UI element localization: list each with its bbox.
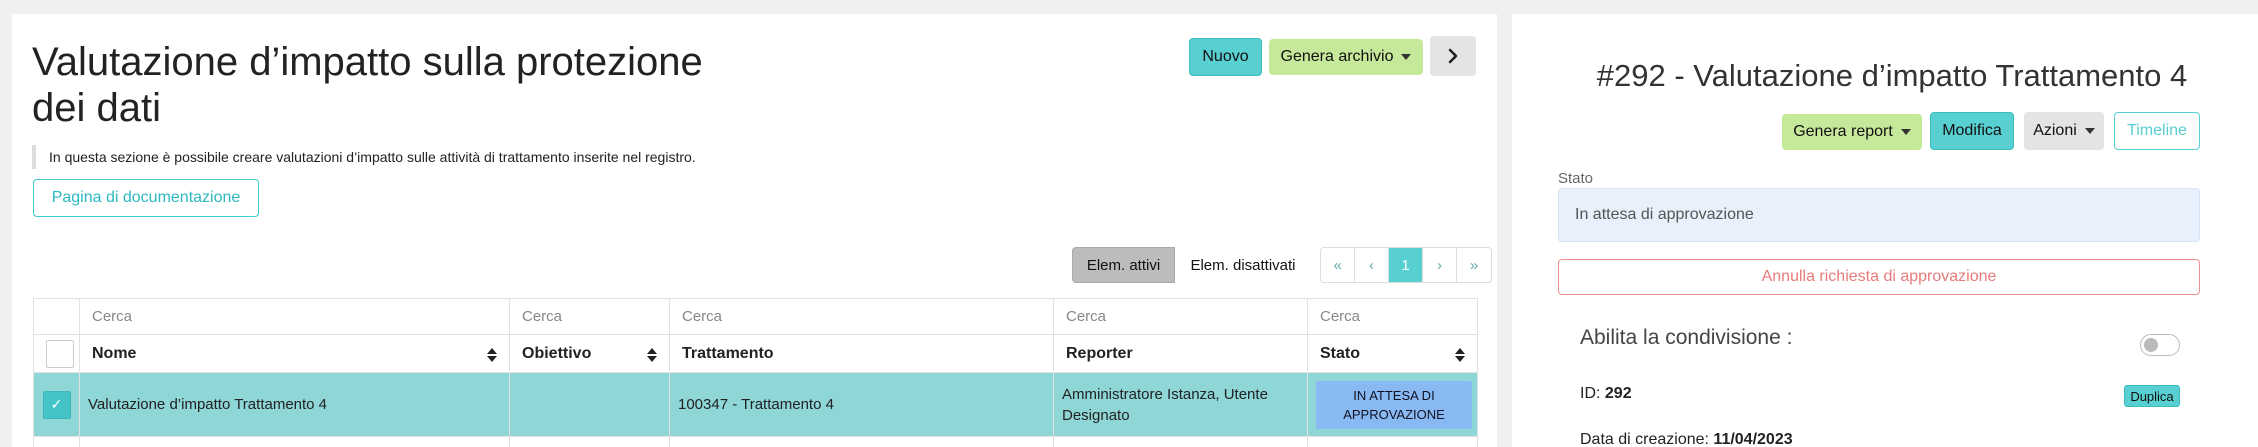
left-panel: Valutazione d’impatto sulla protezione d…	[12, 14, 1497, 447]
table-row[interactable]: ✓ Valutazione d’impatto Trattamento 4 10…	[33, 372, 1478, 437]
created-line: Data di creazione: 11/04/2023	[1580, 431, 1793, 447]
caret-down-icon	[1401, 54, 1412, 60]
pager-last[interactable]: »	[1457, 248, 1491, 282]
search-stato[interactable]: Cerca	[1307, 298, 1478, 335]
sort-icon	[487, 348, 497, 362]
status-badge: IN ATTESA DI APPROVAZIONE	[1316, 380, 1472, 429]
created-value: 11/04/2023	[1713, 431, 1793, 447]
filter-inactive-button[interactable]: Elem. disattivati	[1175, 247, 1311, 283]
row-select-cell: ✓	[33, 372, 80, 437]
cell-stato: IN ATTESA DI APPROVAZIONE	[1307, 372, 1478, 437]
column-trattamento: Trattamento	[669, 334, 1054, 373]
sort-icon	[647, 348, 657, 362]
timeline-button[interactable]: Timeline	[2114, 112, 2200, 150]
column-nome[interactable]: Nome	[79, 334, 510, 373]
search-cell-empty	[33, 298, 80, 335]
detail-title: #292 - Valutazione d’impatto Trattamento…	[1596, 58, 2188, 93]
select-all-cell	[33, 334, 80, 373]
stato-label: Stato	[1558, 170, 1594, 187]
expand-button[interactable]	[1430, 36, 1476, 76]
id-value: 292	[1604, 385, 1632, 402]
detail-panel: #292 - Valutazione d’impatto Trattamento…	[1512, 14, 2258, 447]
pager-next[interactable]: ›	[1423, 248, 1457, 282]
edit-button[interactable]: Modifica	[1930, 112, 2014, 150]
actions-button[interactable]: Azioni	[2024, 112, 2104, 150]
caret-down-icon	[1900, 129, 1911, 135]
search-nome[interactable]: Cerca	[79, 298, 510, 335]
share-toggle[interactable]	[2140, 334, 2180, 356]
toggle-knob	[2144, 338, 2158, 352]
actions-label: Azioni	[2033, 122, 2077, 139]
caret-down-icon	[2084, 128, 2095, 134]
row-checkbox[interactable]: ✓	[42, 390, 71, 419]
filter-active-button[interactable]: Elem. attivi	[1072, 247, 1175, 283]
pager-current[interactable]: 1	[1389, 248, 1423, 282]
cell-obiettivo	[509, 372, 670, 437]
stato-value: In attesa di approvazione	[1575, 206, 1754, 223]
generate-report-button[interactable]: Genera report	[1782, 114, 1922, 150]
select-all-checkbox[interactable]	[46, 339, 74, 368]
new-button[interactable]: Nuovo	[1189, 38, 1262, 76]
sort-icon	[1455, 348, 1465, 362]
id-line: ID: 292	[1580, 385, 1632, 403]
search-row: Cerca Cerca Cerca Cerca Cerca	[33, 298, 1478, 335]
column-stato[interactable]: Stato	[1307, 334, 1478, 373]
cell-nome: Valutazione d’impatto Trattamento 4	[79, 372, 510, 437]
table-row	[33, 436, 1478, 447]
section-description: In questa sezione è possibile creare val…	[32, 145, 696, 169]
stato-field: In attesa di approvazione	[1558, 188, 2200, 242]
cancel-approval-button[interactable]: Annulla richiesta di approvazione	[1558, 259, 2200, 295]
duplicate-button[interactable]: Duplica	[2124, 385, 2180, 407]
generate-report-label: Genera report	[1793, 123, 1893, 140]
documentation-button[interactable]: Pagina di documentazione	[33, 179, 259, 217]
data-table: Cerca Cerca Cerca Cerca Cerca Nome Obiet…	[33, 298, 1478, 447]
pager-first[interactable]: «	[1321, 248, 1355, 282]
column-reporter: Reporter	[1053, 334, 1308, 373]
share-label: Abilita la condivisione :	[1580, 326, 1793, 349]
cell-reporter: Amministratore Istanza, Utente Designato	[1053, 372, 1308, 437]
header-row: Nome Obiettivo Trattamento Reporter Stat…	[33, 334, 1478, 373]
search-obiettivo[interactable]: Cerca	[509, 298, 670, 335]
generate-archive-button[interactable]: Genera archivio	[1269, 39, 1423, 75]
search-reporter[interactable]: Cerca	[1053, 298, 1308, 335]
pagination: « ‹ 1 › »	[1320, 247, 1492, 283]
page-title: Valutazione d’impatto sulla protezione d…	[32, 40, 703, 130]
created-label: Data di creazione:	[1580, 431, 1709, 447]
cell-trattamento: 100347 - Trattamento 4	[669, 372, 1054, 437]
search-trattamento[interactable]: Cerca	[669, 298, 1054, 335]
chevron-right-icon	[1448, 48, 1458, 64]
id-label: ID:	[1580, 385, 1601, 402]
column-obiettivo[interactable]: Obiettivo	[509, 334, 670, 373]
generate-archive-label: Genera archivio	[1280, 48, 1394, 65]
pager-prev[interactable]: ‹	[1355, 248, 1389, 282]
